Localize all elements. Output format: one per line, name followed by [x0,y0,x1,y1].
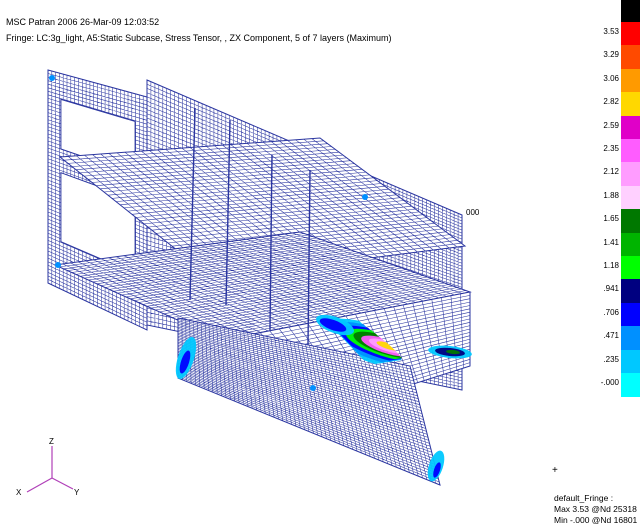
legend-label: 3.29 [603,50,619,60]
stress-hotspot [55,262,61,268]
legend-label: .941 [603,284,619,294]
legend-swatch [621,68,640,93]
fringe-name: default_Fringe : [554,493,614,503]
legend-label: 2.59 [603,120,619,130]
triad-x-label: X [16,488,22,497]
legend-label: 1.65 [603,214,619,224]
legend-swatch [621,162,640,187]
legend-label: 2.35 [603,144,619,153]
cursor-plus-marker: + [552,465,558,476]
triad-z-label: Z [49,437,54,446]
legend-swatch [621,0,640,23]
x-axis [26,477,53,493]
legend-swatch [621,139,640,163]
fringe-color-legend [621,0,640,490]
legend-label: 1.18 [603,261,619,270]
legend-swatch [621,22,640,46]
legend-label: 2.82 [603,97,619,107]
triad-y-label: Y [74,488,80,497]
legend-label: 1.88 [603,190,619,200]
legend-label: .706 [603,307,619,317]
legend-label: 1.41 [603,237,619,247]
min-value-line: Min -.000 @Nd 16801 [554,515,638,525]
window-title: MSC Patran 2006 26-Mar-09 12:03:52 [6,17,160,27]
stress-hotspot [362,194,368,200]
legend-label: 2.12 [603,167,619,177]
legend-swatch [621,45,640,70]
legend-swatch [621,279,640,304]
legend-swatch [621,256,640,280]
legend-swatch [621,373,640,397]
model-viewport[interactable]: Z X Y [0,0,600,525]
max-value-line: Max 3.53 @Nd 25318 [554,504,637,514]
legend-label: -.000 [600,378,619,387]
legend-label: 3.53 [603,27,619,36]
legend-swatch [621,92,640,117]
node-label: 000 [466,208,480,217]
coordinate-triad: Z X Y [16,437,80,497]
stress-hotspot [49,75,55,81]
stress-hotspot [310,385,316,391]
legend-swatch [621,302,640,327]
legend-label: 3.06 [603,73,619,83]
legend-swatch [621,185,640,210]
fringe-description: Fringe: LC:3g_light, A5:Static Subcase, … [6,33,392,43]
legend-swatch [621,115,640,140]
legend-swatch [621,209,640,234]
legend-label: .471 [603,331,619,341]
legend-swatch [621,349,640,374]
legend-label: .235 [603,354,619,364]
legend-swatch [621,232,640,257]
fem-model-graphic: Z X Y [16,69,472,497]
legend-swatch [621,326,640,351]
y-axis [51,477,74,490]
